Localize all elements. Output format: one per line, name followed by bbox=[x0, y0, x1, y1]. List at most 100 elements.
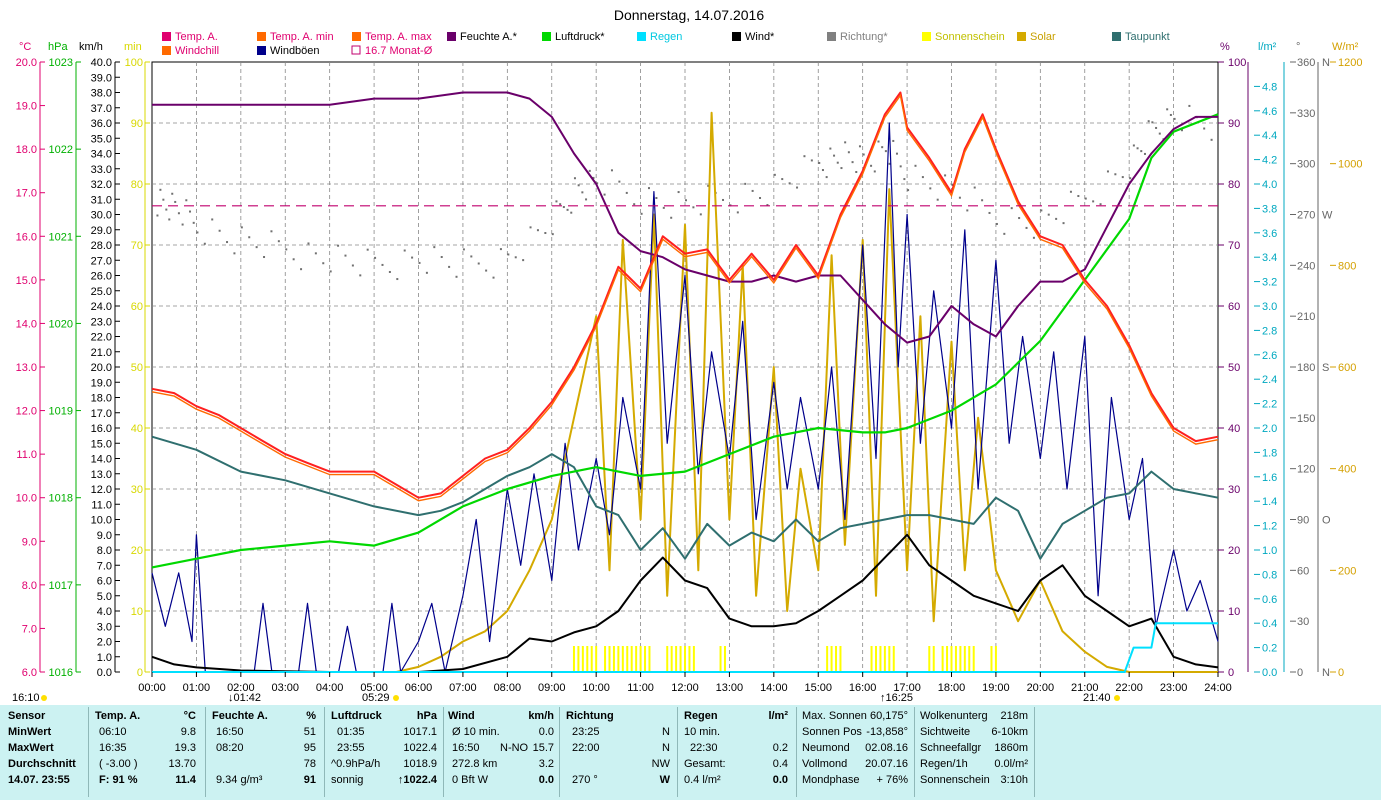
tick-solar: 800 bbox=[1338, 260, 1356, 272]
direction-dot bbox=[1203, 127, 1206, 130]
tick-rain: 0.6 bbox=[1262, 594, 1277, 606]
tick-rain: 2.4 bbox=[1262, 374, 1277, 386]
weather-chart: Donnerstag, 14.07.2016 Temp. A. Windchill… bbox=[12, 7, 1362, 704]
tick-humidity: 60 bbox=[1228, 301, 1240, 313]
direction-dot bbox=[1077, 195, 1080, 198]
direction-dot bbox=[647, 187, 650, 190]
tick-humidity: 70 bbox=[1228, 240, 1240, 252]
astro-value-3: 20.07.16 bbox=[865, 758, 908, 770]
direction-dot bbox=[566, 208, 569, 211]
time-label: 12:00 bbox=[671, 682, 699, 694]
tick-solar: 1000 bbox=[1338, 159, 1362, 171]
direction-dot bbox=[218, 229, 221, 232]
time-label: 03:00 bbox=[271, 682, 299, 694]
direction-dot bbox=[192, 221, 195, 224]
legend-label: Sonnenschein bbox=[935, 31, 1005, 43]
tick-temp: 20.0 bbox=[16, 57, 37, 69]
time-label: 15:00 bbox=[804, 682, 832, 694]
misc-value-3: 0.0l/m² bbox=[994, 758, 1028, 770]
temp-max-time: 16:35 bbox=[99, 742, 127, 754]
direction-dot bbox=[810, 159, 813, 162]
direction-dot bbox=[165, 208, 168, 211]
humidity-current-note: 9.34 g/m³ bbox=[216, 774, 263, 786]
direction-dot bbox=[736, 211, 739, 214]
tick-humidity: 80 bbox=[1228, 179, 1240, 191]
tick-rain: 3.4 bbox=[1262, 252, 1277, 264]
tick-direction-letter: S bbox=[1322, 362, 1329, 374]
unit-minutes: min bbox=[124, 41, 142, 53]
time-label: 23:00 bbox=[1160, 682, 1188, 694]
direction-dot bbox=[507, 253, 510, 256]
direction-dot bbox=[292, 258, 295, 261]
rain-total-value: 0.4 bbox=[772, 758, 788, 770]
time-axis: 00:00 01:00 02:00 03:00 04:00 05:00 06:00 07:00… bbox=[12, 672, 1232, 704]
rain-total-label: Gesamt: bbox=[684, 758, 726, 770]
legend-swatch bbox=[922, 32, 931, 41]
tick-rain: 4.2 bbox=[1262, 155, 1277, 167]
tick-humidity: 10 bbox=[1228, 606, 1240, 618]
legend-label: Temp. A. min bbox=[270, 31, 334, 43]
time-label: 00:00 bbox=[138, 682, 166, 694]
tick-direction: 30 bbox=[1297, 616, 1309, 628]
rain-max-value: 0.2 bbox=[772, 742, 788, 754]
direction-dot bbox=[514, 256, 517, 259]
tick-temp: 13.0 bbox=[16, 362, 37, 374]
tick-direction: 150 bbox=[1297, 413, 1315, 425]
temp-header: Temp. A. bbox=[95, 710, 141, 722]
tick-direction: 180 bbox=[1297, 362, 1315, 374]
direction-dot bbox=[818, 161, 821, 164]
legend-label: Wind* bbox=[745, 31, 775, 43]
direction-dot bbox=[877, 140, 880, 143]
direction-dot bbox=[203, 242, 206, 245]
direction-dot bbox=[1040, 209, 1043, 212]
tick-rain: 4.8 bbox=[1262, 81, 1277, 93]
sensor-column: Sensor MinWert MaxWert Durchschnitt 14.0… bbox=[8, 708, 88, 796]
tick-wind: 9.0 bbox=[97, 530, 112, 542]
direction-dot bbox=[185, 199, 188, 202]
direction-dot bbox=[366, 248, 369, 251]
tick-temp: 14.0 bbox=[16, 318, 37, 330]
direction-column: Richtung 23:25 N 22:00 N NW 270 ° W bbox=[566, 708, 674, 796]
tick-rain: 3.0 bbox=[1262, 301, 1277, 313]
tick-wind: 34.0 bbox=[91, 149, 112, 161]
direction-dot bbox=[1129, 177, 1132, 180]
wind-header: Wind bbox=[448, 710, 475, 722]
direction-dot bbox=[781, 178, 784, 181]
tick-minutes: 0 bbox=[137, 667, 143, 679]
direction-dot bbox=[1158, 132, 1161, 135]
direction-max-value: N bbox=[662, 742, 670, 754]
time-label: 24:00 bbox=[1204, 682, 1232, 694]
tick-rain: 1.4 bbox=[1262, 496, 1277, 508]
tick-wind: 1.0 bbox=[97, 652, 112, 664]
direction-dot bbox=[168, 218, 171, 221]
tick-wind: 28.0 bbox=[91, 240, 112, 252]
direction-dot bbox=[462, 248, 465, 251]
unit-wind: km/h bbox=[79, 41, 103, 53]
direction-dot bbox=[921, 176, 924, 179]
tick-rain: 2.8 bbox=[1262, 325, 1277, 337]
temp-avg-note: ( -3.00 ) bbox=[99, 758, 138, 770]
tick-temp: 6.0 bbox=[22, 667, 37, 679]
direction-header: Richtung bbox=[566, 710, 614, 722]
sunset-label: 21:40 bbox=[1083, 692, 1111, 704]
tick-rain: 1.2 bbox=[1262, 521, 1277, 533]
tick-wind: 30.0 bbox=[91, 210, 112, 222]
pressure-current-value: ↑1022.4 bbox=[397, 774, 437, 786]
direction-dot bbox=[418, 261, 421, 264]
temp-avg-value: 13.70 bbox=[168, 758, 196, 770]
humidity-current-value: 91 bbox=[303, 774, 316, 786]
tick-wind: 3.0 bbox=[97, 621, 112, 633]
direction-dot bbox=[995, 222, 998, 225]
astro-value-1: -13,858° bbox=[866, 726, 908, 738]
wind-avg-value: 0.0 bbox=[538, 726, 554, 738]
direction-dot bbox=[870, 164, 873, 167]
direction-dot bbox=[858, 145, 861, 148]
tick-rain: 0.4 bbox=[1262, 618, 1277, 630]
legend-swatch bbox=[542, 32, 551, 41]
direction-dot bbox=[1062, 222, 1065, 225]
direction-dot bbox=[829, 147, 832, 150]
misc-label-2: Schneefallgr bbox=[920, 742, 982, 754]
direction-dot bbox=[884, 150, 887, 153]
legend-swatch bbox=[257, 32, 266, 41]
start-time-label: 16:10 bbox=[12, 692, 40, 704]
